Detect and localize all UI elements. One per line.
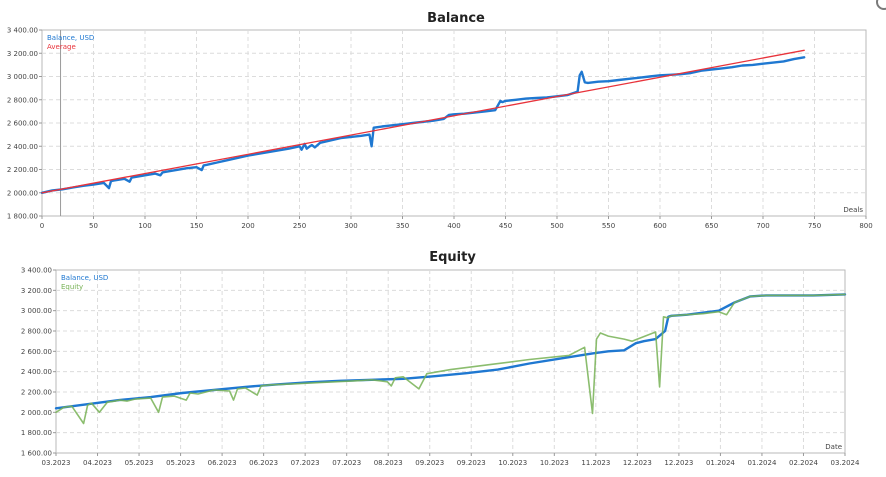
x-tick-label: 05.2023 (166, 459, 195, 467)
y-tick-label: 2 000.00 (21, 409, 52, 417)
y-tick-label: 1 600.00 (21, 450, 52, 458)
x-tick-label: 07.2023 (291, 459, 320, 467)
y-tick-label: 2 800.00 (7, 96, 38, 104)
x-tick-label: 100 (138, 222, 151, 230)
y-tick-label: 1 800.00 (21, 429, 52, 437)
y-tick-label: 2 400.00 (21, 368, 52, 376)
y-tick-label: 3 000.00 (21, 307, 52, 315)
x-tick-label: 600 (653, 222, 666, 230)
x-tick-label: 10.2023 (498, 459, 527, 467)
y-tick-label: 1 800.00 (7, 213, 38, 221)
plot-area (55, 269, 846, 454)
chart-canvas: Balance 1 800.00 2 000.00 2 200.00 2 400.00 2… (7, 11, 873, 467)
x-axis-caption: Deals (843, 206, 863, 214)
x-tick-label: 300 (344, 222, 357, 230)
y-tick-label: 2 400.00 (7, 143, 38, 151)
x-tick-label: 200 (241, 222, 254, 230)
x-tick-label: 04.2023 (83, 459, 112, 467)
x-tick-label: 11.2023 (581, 459, 610, 467)
x-tick-label: 02.2024 (789, 459, 818, 467)
chart-title: Balance (427, 11, 485, 26)
x-tick-label: 350 (396, 222, 409, 230)
x-tick-label: 03.2024 (831, 459, 860, 467)
x-tick-label: 10.2023 (540, 459, 569, 467)
x-tick-label: 09.2023 (457, 459, 486, 467)
y-tick-label: 2 200.00 (7, 166, 38, 174)
x-tick-label: 400 (447, 222, 460, 230)
x-tick-label: 750 (808, 222, 821, 230)
x-axis-caption: Date (825, 443, 842, 451)
legend-entry: Equity (61, 283, 83, 291)
y-tick-label: 3 400.00 (7, 27, 38, 35)
x-tick-label: 500 (550, 222, 563, 230)
y-tick-label: 3 200.00 (7, 50, 38, 58)
x-tick-label: 12.2023 (664, 459, 693, 467)
x-tick-label: 06.2023 (208, 459, 237, 467)
y-tick-label: 2 600.00 (7, 120, 38, 128)
legend-entry: Balance, USD (47, 34, 94, 42)
x-tick-label: 12.2023 (623, 459, 652, 467)
x-tick-label: 550 (602, 222, 615, 230)
x-tick-label: 09.2023 (415, 459, 444, 467)
y-tick-label: 2 600.00 (21, 348, 52, 356)
x-tick-label: 0 (40, 222, 44, 230)
x-tick-label: 700 (756, 222, 769, 230)
x-tick-label: 01.2024 (706, 459, 735, 467)
x-tick-label: 650 (705, 222, 718, 230)
x-tick-label: 450 (499, 222, 512, 230)
x-tick-label: 250 (293, 222, 306, 230)
x-tick-label: 05.2023 (125, 459, 154, 467)
x-tick-label: 07.2023 (332, 459, 361, 467)
legend-entry: Balance, USD (61, 274, 108, 282)
x-tick-label: 08.2023 (374, 459, 403, 467)
chart-title: Equity (429, 250, 476, 265)
x-tick-label: 01.2024 (747, 459, 776, 467)
y-tick-label: 2 000.00 (7, 189, 38, 197)
x-tick-label: 150 (190, 222, 203, 230)
x-tick-label: 03.2023 (42, 459, 71, 467)
y-tick-label: 3 400.00 (21, 267, 52, 275)
y-tick-label: 3 000.00 (7, 73, 38, 81)
y-tick-label: 2 800.00 (21, 328, 52, 336)
x-tick-label: 800 (859, 222, 872, 230)
y-tick-label: 3 200.00 (21, 287, 52, 295)
x-tick-label: 50 (89, 222, 98, 230)
x-tick-label: 06.2023 (249, 459, 278, 467)
legend-entry: Average (47, 43, 76, 51)
y-tick-label: 2 200.00 (21, 389, 52, 397)
